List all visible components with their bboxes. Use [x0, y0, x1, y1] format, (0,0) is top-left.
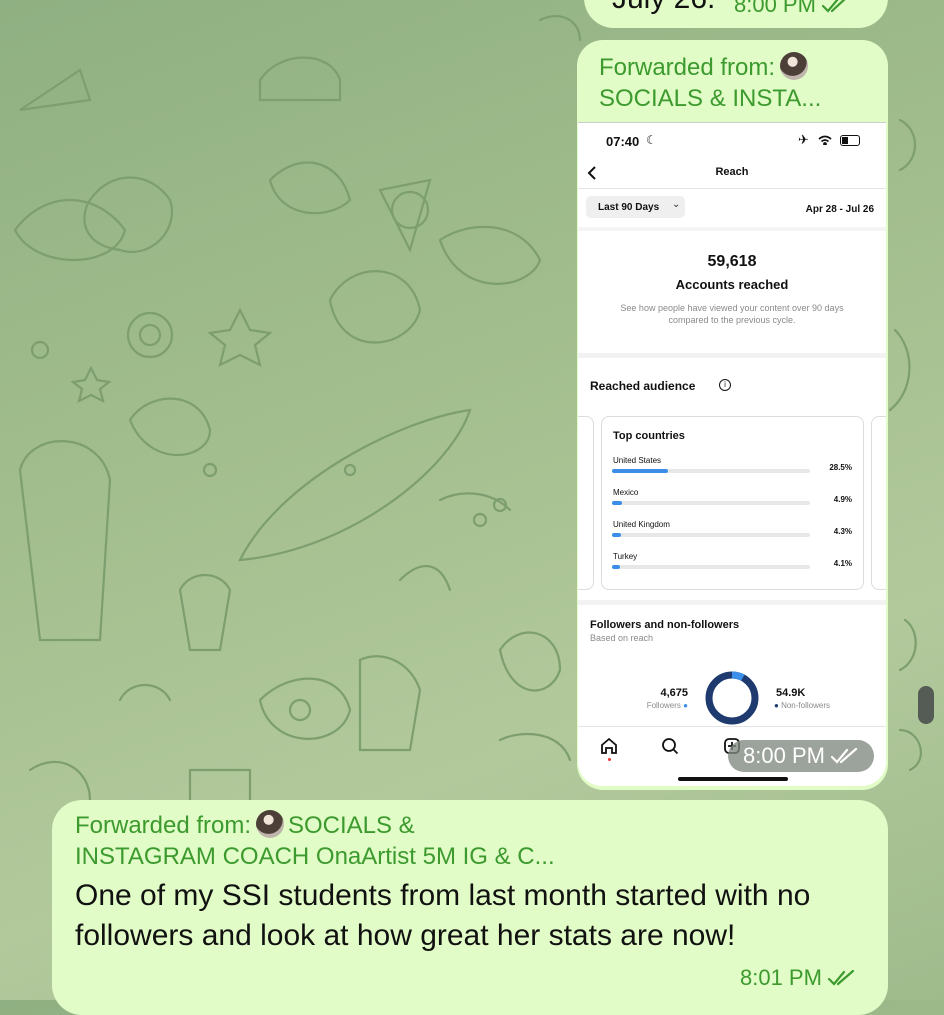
country-bar-fill — [612, 565, 621, 569]
country-row: Turkey 4.1% — [578, 552, 886, 580]
search-icon[interactable] — [661, 737, 679, 755]
message-body: One of my SSI students from last month s… — [75, 876, 875, 956]
country-row: United Kingdom 4.3% — [578, 520, 886, 548]
forwarded-channel-name-line1[interactable]: SOCIALS & — [288, 812, 415, 839]
top-countries-title: Top countries — [613, 430, 685, 442]
country-percent: 4.9% — [833, 495, 852, 504]
message-body-line2: followers and look at how great her stat… — [75, 919, 736, 952]
scrollbar-thumb[interactable] — [918, 686, 934, 724]
previous-message-time: 8:00 PM — [734, 0, 848, 18]
period-button-label: Last 90 Days — [598, 202, 660, 213]
message-body-line1: One of my SSI students from last month s… — [75, 879, 811, 912]
home-indicator — [678, 777, 788, 781]
non-followers-label-text: Non-followers — [781, 701, 830, 710]
forwarded-avatar[interactable] — [779, 52, 808, 80]
home-icon[interactable] — [600, 737, 618, 755]
followers-label-text: Followers — [646, 701, 681, 710]
country-percent: 28.5% — [829, 463, 852, 472]
country-name: United Kingdom — [613, 520, 670, 529]
message-time: 8:01 PM — [740, 965, 856, 991]
followers-label: Followers ● — [646, 701, 688, 710]
followers-donut-chart — [705, 671, 759, 725]
country-bar-track — [612, 501, 810, 505]
message-time-text: 8:01 PM — [740, 965, 822, 990]
battery-icon — [840, 135, 860, 146]
media-time-badge: 8:00 PM — [728, 740, 874, 772]
previous-message-time-text: 8:00 PM — [734, 0, 816, 17]
previous-message-bubble[interactable]: July 26. 8:00 PM — [584, 0, 888, 28]
country-bar-fill — [612, 469, 669, 473]
chevron-down-icon: ⌄ — [672, 199, 681, 210]
accounts-reached-value: 59,618 — [707, 253, 757, 270]
forward-header[interactable]: Forwarded from: SOCIALS & INSTA... — [599, 52, 879, 114]
followers-value: 4,675 — [660, 687, 688, 699]
reach-description-line1: See how people have viewed your content … — [620, 303, 844, 313]
country-percent: 4.1% — [833, 559, 852, 568]
period-button[interactable]: Last 90 Days ⌄ — [586, 196, 685, 218]
country-name: Mexico — [613, 488, 639, 497]
double-check-icon — [827, 970, 855, 986]
media-time-text: 8:00 PM — [743, 743, 825, 768]
reached-audience-title: Reached audience — [590, 379, 696, 393]
country-row: Mexico 4.9% — [578, 488, 886, 516]
section-divider — [578, 353, 886, 358]
followers-title: Followers and non-followers — [590, 619, 740, 631]
airplane-icon: ✈ — [798, 132, 809, 147]
non-followers-label: ● Non-followers — [774, 701, 830, 710]
date-range: Apr 28 - Jul 26 — [805, 204, 874, 215]
country-bar-fill — [612, 501, 622, 505]
followers-subtitle: Based on reach — [590, 633, 654, 643]
double-check-icon — [821, 0, 846, 13]
country-bar-fill — [612, 533, 621, 537]
wifi-icon — [818, 135, 832, 145]
country-name: United States — [613, 456, 662, 465]
notification-dot — [608, 758, 611, 761]
forwarded-text-bubble[interactable]: Forwarded from: SOCIALS & INSTAGRAM COAC… — [52, 800, 888, 1015]
reach-description-line2: compared to the previous cycle. — [668, 315, 796, 325]
non-followers-value: 54.9K — [776, 687, 806, 699]
section-divider — [578, 600, 886, 605]
status-time: 07:40 — [606, 134, 640, 149]
country-percent: 4.3% — [833, 527, 852, 536]
forwarded-channel-name[interactable]: SOCIALS & INSTA... — [599, 85, 821, 112]
forwarded-avatar[interactable] — [255, 810, 284, 838]
forwarded-channel-name-line2[interactable]: INSTAGRAM COACH OnaArtist 5M IG & C... — [75, 843, 555, 870]
country-row: United States 28.5% — [578, 456, 886, 484]
screen-title: Reach — [715, 166, 749, 178]
accounts-reached-label: Accounts reached — [675, 277, 789, 292]
shared-screenshot-image[interactable]: 07:40 ☾ ✈ Reach Last 90 Days ⌄ Apr 28 - … — [578, 122, 886, 786]
moon-icon: ☾ — [646, 133, 657, 147]
forwarded-from-label: Forwarded from: — [75, 812, 252, 839]
info-icon[interactable]: i — [719, 379, 731, 391]
country-name: Turkey — [613, 552, 638, 561]
country-bar-track — [612, 565, 810, 569]
forward-header[interactable]: Forwarded from: SOCIALS & INSTAGRAM COAC… — [75, 810, 855, 872]
country-bar-track — [612, 533, 810, 537]
forwarded-from-label: Forwarded from: — [599, 54, 776, 81]
double-check-icon — [830, 748, 858, 764]
country-bar-track — [612, 469, 810, 473]
previous-message-text: July 26. — [612, 0, 715, 16]
